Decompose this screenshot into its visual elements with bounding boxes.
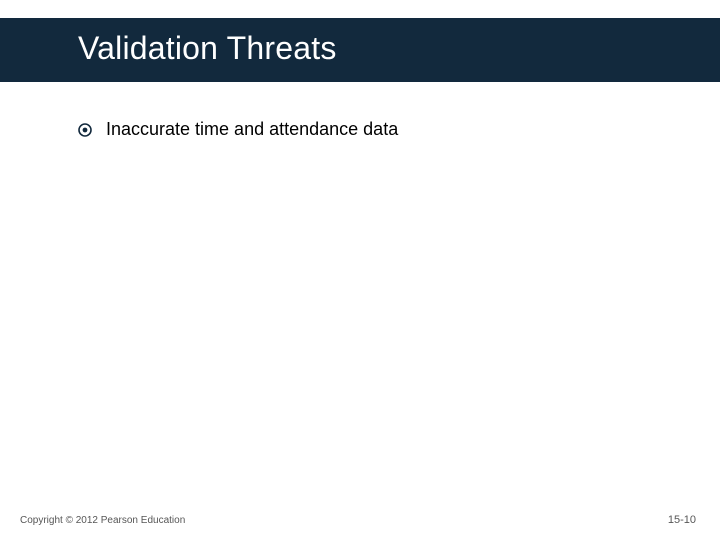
bullet-text: Inaccurate time and attendance data — [106, 118, 398, 141]
title-band: Validation Threats — [0, 18, 720, 82]
target-bullet-icon — [78, 123, 92, 137]
copyright-text: Copyright © 2012 Pearson Education — [20, 515, 185, 526]
list-item: Inaccurate time and attendance data — [78, 118, 660, 141]
body-area: Inaccurate time and attendance data — [78, 118, 660, 155]
slide: Validation Threats Inaccurate time and a… — [0, 0, 720, 540]
page-number: 15-10 — [668, 514, 696, 526]
slide-title: Validation Threats — [78, 30, 337, 67]
